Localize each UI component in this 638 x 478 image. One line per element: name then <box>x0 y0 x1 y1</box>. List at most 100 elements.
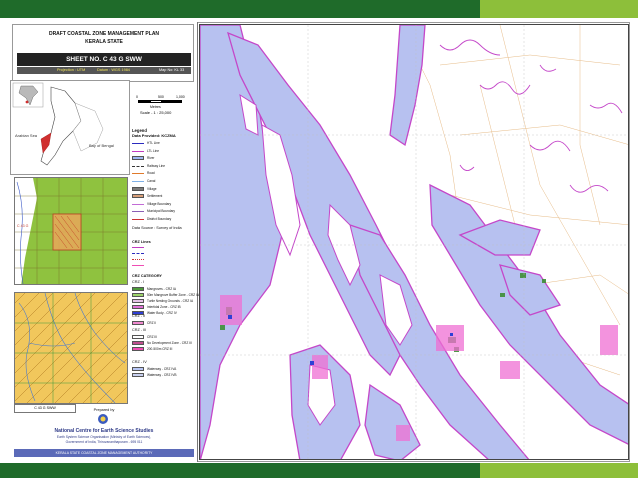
legend-crz-line-row <box>132 264 194 270</box>
legend-item-row: Settlement <box>132 193 194 199</box>
legend-item-label: River <box>147 156 155 161</box>
prepared-by-block: Prepared by National Centre for Earth Sc… <box>14 408 194 460</box>
crz-item-symbol <box>132 347 144 351</box>
institution-logo-icon <box>98 414 108 424</box>
plan-title: DRAFT COASTAL ZONE MANAGEMENT PLAN <box>48 31 160 37</box>
title-block: DRAFT COASTAL ZONE MANAGEMENT PLAN KERAL… <box>12 24 194 82</box>
meta-row: Projection : UTM Datum : WGS 1984 Map No… <box>17 67 191 74</box>
legend-item-symbol <box>132 143 144 144</box>
scale-tick-2: 1,000 <box>176 95 185 99</box>
legend-item-label: LTL Line <box>147 148 160 153</box>
legend-crz-lines-head: CRZ Lines <box>132 240 151 244</box>
prepared-by-label: Prepared by <box>93 408 115 412</box>
sheet-number: SHEET NO. C 43 G SWW <box>17 53 191 66</box>
bottom-decor-bar <box>0 463 638 478</box>
crz-item-symbol <box>132 373 144 377</box>
crz-item-label: 200-500m CRZ III <box>147 347 173 351</box>
crz-item-symbol <box>132 299 144 303</box>
crz-item-symbol <box>132 335 144 339</box>
scale-segment-1 <box>138 100 150 103</box>
legend-item-row: HTL Line <box>132 140 194 146</box>
crz-item-symbol <box>132 293 144 297</box>
legend-item-label: Settlement <box>147 194 163 199</box>
legend-item-label: Village <box>147 186 157 191</box>
index-map-1-graphic <box>15 178 127 284</box>
authority-bar: KERALA STATE COASTAL ZONE MANAGEMENT AUT… <box>14 449 194 457</box>
legend-item-symbol <box>132 203 144 205</box>
legend-item-row: LTL Line <box>132 148 194 154</box>
crz-item-label: Water Body - CRZ IV <box>147 311 177 315</box>
arabian-sea-label: Arabian Sea <box>15 133 38 138</box>
legend-item-label: Village Boundary <box>147 201 172 206</box>
scale-ratio: Scale - 1 : 25,000 <box>140 110 172 115</box>
crz-item-row: Waterway - CRZ IVB <box>132 372 194 378</box>
main-map-graphic <box>200 25 628 459</box>
crz-item-symbol <box>132 341 144 345</box>
crz-item-symbol <box>132 321 144 325</box>
legend-crz-category-head: CRZ CATEGORY <box>132 274 162 278</box>
legend-source: Data Source : Survey of India <box>132 226 182 230</box>
crz-item-row: 200-500m CRZ III <box>132 346 194 352</box>
institution-line-2: Earth System Science Organisation (Minis… <box>56 435 152 439</box>
legend-item-label: District Boundary <box>147 217 172 221</box>
crz-item-symbol <box>132 367 144 371</box>
state-title: KERALA STATE <box>85 39 123 45</box>
scale-segment-2 <box>150 100 162 103</box>
crz-item-symbol <box>132 287 144 291</box>
legend-item-label: Railway Line <box>147 163 166 168</box>
legend-item-row: River <box>132 155 194 161</box>
crz-item-label: CRZ II <box>147 321 157 325</box>
legend-item-label: Municipal Boundary <box>147 209 175 214</box>
legend-item-row: District Boundary <box>132 216 194 222</box>
legend-item-label: HTL Line <box>147 141 160 145</box>
scale-unit: Metres <box>150 105 161 109</box>
legend-item-row: Village Boundary <box>132 201 194 207</box>
scale-tick-1: 500 <box>158 95 164 99</box>
top-decor-bar <box>0 0 638 18</box>
top-bar-light-segment <box>480 0 638 18</box>
legend-item-symbol <box>132 211 144 213</box>
legend-item-label: Canal <box>147 179 156 183</box>
legend-item-row: Canal <box>132 178 194 184</box>
locator-map-graphic <box>11 81 129 174</box>
legend-item-symbol <box>132 156 144 161</box>
datum-text: Datum : WGS 1984 <box>97 68 130 72</box>
projection-text: Projection : UTM <box>57 68 86 72</box>
legend-crz-i-head: CRZ - I <box>132 280 145 284</box>
legend-crz-ii-head: CRZ - II <box>132 314 146 318</box>
locator-map: Arabian Sea Bay of Bengal <box>10 80 130 175</box>
legend-item-row: Village <box>132 186 194 192</box>
top-bar-dark-segment <box>0 0 480 18</box>
scale-segment-3 <box>162 100 182 103</box>
map-number: Map No: KL 33 <box>159 68 185 72</box>
bay-of-bengal-label: Bay of Bengal <box>89 143 114 148</box>
institution-name: National Centre for Earth Science Studie… <box>54 428 154 434</box>
legend-item-symbol <box>132 181 144 182</box>
legend-crz-iii-head: CRZ - III <box>132 328 147 332</box>
legend-item-label: Road <box>147 171 155 176</box>
legend-item-row: Municipal Boundary <box>132 208 194 214</box>
legend-crz-iv-head: CRZ - IV <box>132 360 147 364</box>
legend-subtitle: Data Provided: KCZMA <box>132 133 176 138</box>
institution-line-3: Government of India, Thiruvananthapuram … <box>65 440 143 444</box>
legend-item-symbol <box>132 186 144 191</box>
scale-tick-0: 0 <box>136 95 138 99</box>
bottom-bar-dark-segment <box>0 463 480 478</box>
crz-item-row: CRZ II <box>132 320 194 326</box>
crz-item-symbol <box>132 305 144 309</box>
legend-item-symbol <box>132 150 144 152</box>
legend-item-row: Road <box>132 170 194 176</box>
legend-item-symbol <box>132 165 144 167</box>
index-map-1-label: C 43 G <box>17 224 29 228</box>
index-map-2 <box>14 292 128 404</box>
index-map-2-graphic <box>15 293 127 403</box>
legend-item-symbol <box>132 173 144 175</box>
bottom-bar-light-segment <box>480 463 638 478</box>
index-map-1: C 43 G <box>14 177 128 285</box>
legend-item-symbol <box>132 194 144 199</box>
main-map <box>199 24 629 460</box>
legend-item-symbol <box>132 219 144 220</box>
crz-item-label: Waterway - CRZ IVB <box>147 373 177 377</box>
crz-line-symbol <box>132 265 144 270</box>
map-legend: Legend Data Provided: KCZMA HTL Line LTL … <box>132 128 199 410</box>
